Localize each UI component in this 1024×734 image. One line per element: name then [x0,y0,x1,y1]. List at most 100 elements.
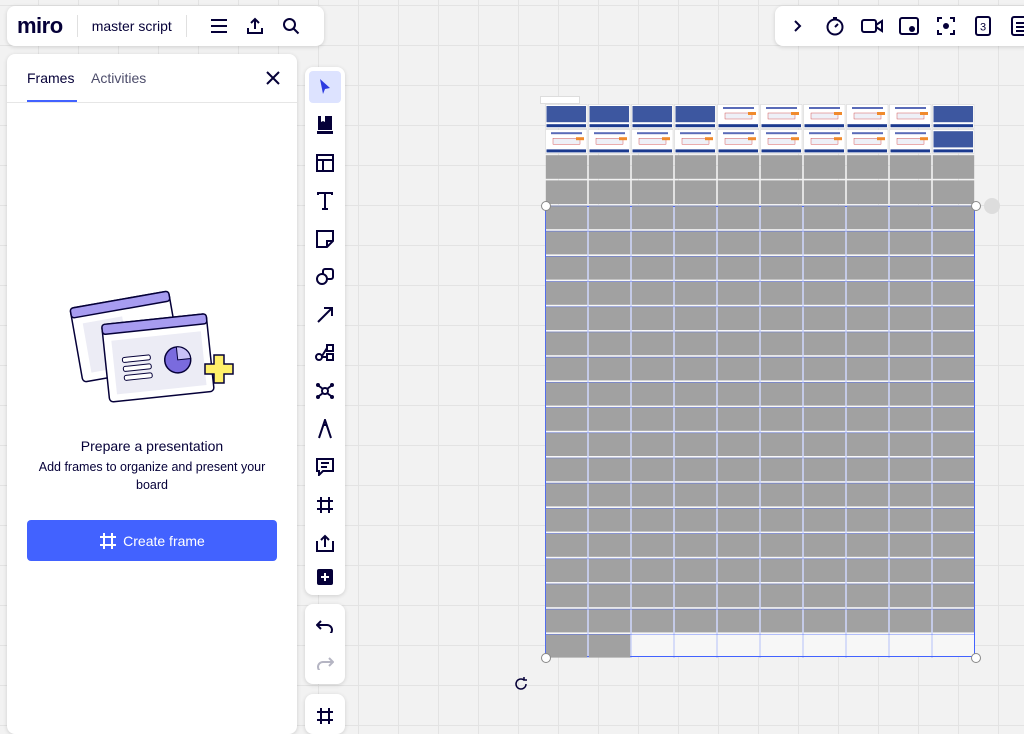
placeholder-cell[interactable] [847,256,888,280]
placeholder-cell[interactable] [675,609,716,633]
screen-share-icon[interactable] [890,6,927,46]
placeholder-cell[interactable] [718,533,759,557]
placeholder-cell[interactable] [546,281,587,305]
placeholder-cell[interactable] [718,357,759,381]
placeholder-cell[interactable] [675,533,716,557]
placeholder-cell[interactable] [546,155,587,179]
focus-icon[interactable] [927,6,964,46]
tab-activities[interactable]: Activities [91,70,146,86]
placeholder-cell[interactable] [933,533,974,557]
arrow-tool-icon[interactable] [309,299,341,331]
placeholder-cell[interactable] [890,206,931,230]
placeholder-cell[interactable] [804,458,845,482]
placeholder-cell[interactable] [890,382,931,406]
placeholder-cell[interactable] [847,483,888,507]
placeholder-cell[interactable] [804,231,845,255]
placeholder-cell[interactable] [890,533,931,557]
placeholder-cell[interactable] [546,432,587,456]
placeholder-cell[interactable] [589,458,630,482]
placeholder-cell[interactable] [675,407,716,431]
placeholder-cell[interactable] [546,382,587,406]
sticky-note-icon[interactable] [309,223,341,255]
placeholder-cell[interactable] [718,306,759,330]
placeholder-cell[interactable] [546,231,587,255]
placeholder-cell[interactable] [847,206,888,230]
placeholder-cell[interactable] [933,483,974,507]
placeholder-cell[interactable] [804,332,845,356]
placeholder-cell[interactable] [933,256,974,280]
placeholder-cell[interactable] [933,432,974,456]
placeholder-cell[interactable] [546,180,587,204]
placeholder-cell[interactable] [804,558,845,582]
placeholder-cell[interactable] [847,357,888,381]
placeholder-cell[interactable] [847,306,888,330]
placeholder-cell[interactable] [933,281,974,305]
placeholder-cell[interactable] [890,458,931,482]
placeholder-cell[interactable] [675,206,716,230]
placeholder-cell[interactable] [718,281,759,305]
placeholder-cell[interactable] [589,332,630,356]
placeholder-cell[interactable] [890,306,931,330]
placeholder-cell[interactable] [675,483,716,507]
placeholder-cell[interactable] [546,458,587,482]
frames-list-icon[interactable] [309,700,341,732]
placeholder-cell[interactable] [589,584,630,608]
upload-tool-icon[interactable] [309,527,341,559]
upload-icon[interactable] [237,6,273,46]
placeholder-cell[interactable] [546,357,587,381]
placeholder-cell[interactable] [933,206,974,230]
placeholder-cell[interactable] [718,231,759,255]
placeholder-cell[interactable] [632,256,673,280]
undo-icon[interactable] [309,610,341,642]
placeholder-cell[interactable] [933,609,974,633]
placeholder-cell[interactable] [632,332,673,356]
placeholder-cell[interactable] [632,180,673,204]
list-icon[interactable] [1001,6,1024,46]
placeholder-cell[interactable] [804,357,845,381]
placeholder-cell[interactable] [890,231,931,255]
placeholder-cell[interactable] [589,256,630,280]
frame-tool-icon[interactable] [309,489,341,521]
placeholder-cell[interactable] [804,206,845,230]
placeholder-cell[interactable] [804,155,845,179]
placeholder-cell[interactable] [761,483,802,507]
placeholder-cell[interactable] [761,332,802,356]
placeholder-cell[interactable] [804,533,845,557]
placeholder-cell[interactable] [718,332,759,356]
placeholder-cell[interactable] [675,382,716,406]
placeholder-cell[interactable] [718,155,759,179]
more-apps-icon[interactable] [309,561,341,593]
placeholder-cell[interactable] [632,306,673,330]
placeholder-cell[interactable] [933,231,974,255]
placeholder-cell[interactable] [675,508,716,532]
placeholder-cell[interactable] [632,558,673,582]
placeholder-cell[interactable] [933,180,974,204]
placeholder-cell[interactable] [761,256,802,280]
placeholder-cell[interactable] [933,458,974,482]
placeholder-cell[interactable] [546,508,587,532]
placeholder-cell[interactable] [890,432,931,456]
placeholder-cell[interactable] [761,357,802,381]
placeholder-cell[interactable] [804,281,845,305]
placeholder-cell[interactable] [589,609,630,633]
placeholder-cell[interactable] [890,332,931,356]
placeholder-cell[interactable] [804,407,845,431]
placeholder-cell[interactable] [675,458,716,482]
placeholder-cell[interactable] [847,508,888,532]
placeholder-cell[interactable] [847,281,888,305]
template-tool-icon[interactable] [309,109,341,141]
placeholder-cell[interactable] [632,508,673,532]
placeholder-cell[interactable] [632,584,673,608]
placeholder-cell[interactable] [761,558,802,582]
placeholder-cell[interactable] [589,432,630,456]
placeholder-cell[interactable] [589,357,630,381]
placeholder-cell[interactable] [589,231,630,255]
menu-icon[interactable] [201,6,237,46]
placeholder-cell[interactable] [675,332,716,356]
placeholder-cell[interactable] [675,432,716,456]
mindmap-tool-icon[interactable] [309,337,341,369]
placeholder-cell[interactable] [847,231,888,255]
placeholder-cell[interactable] [632,206,673,230]
placeholder-cell[interactable] [761,533,802,557]
placeholder-cell[interactable] [589,508,630,532]
